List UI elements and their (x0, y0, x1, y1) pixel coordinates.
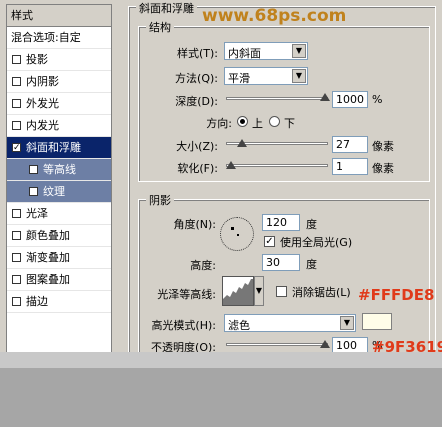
altitude-unit: 度 (306, 258, 317, 271)
style-item-label: 内阴影 (26, 75, 59, 88)
style-label: 样式(T): (176, 47, 218, 60)
direction-label: 方向: (206, 117, 232, 130)
angle-dial[interactable] (220, 217, 254, 251)
chevron-down-icon[interactable]: ▼ (254, 276, 264, 306)
checkbox-satin[interactable] (12, 209, 21, 218)
gloss-contour-label: 光泽等高线: (157, 288, 216, 301)
direction-down-radio[interactable] (269, 116, 280, 127)
style-item-label: 外发光 (26, 97, 59, 110)
altitude-label: 高度: (190, 259, 216, 272)
altitude-input[interactable]: 30 (262, 254, 300, 271)
checkbox-stroke[interactable] (12, 297, 21, 306)
gloss-contour-preview[interactable] (222, 276, 254, 306)
chevron-down-icon[interactable]: ▼ (292, 69, 306, 83)
style-item-label: 内发光 (26, 119, 59, 132)
checkbox-inner-shadow[interactable] (12, 77, 21, 86)
style-select[interactable]: 内斜面 ▼ (224, 42, 308, 60)
checkbox-gradient-overlay[interactable] (12, 253, 21, 262)
soften-slider-thumb[interactable] (226, 161, 236, 169)
soften-input[interactable]: 1 (332, 158, 368, 175)
style-item-gradient-overlay[interactable]: 渐变叠加 (7, 247, 111, 269)
style-item-inner-shadow[interactable]: 内阴影 (7, 71, 111, 93)
style-item-outer-glow[interactable]: 外发光 (7, 93, 111, 115)
style-item-label: 等高线 (43, 163, 76, 176)
global-light-checkbox[interactable]: ✓ (264, 236, 275, 247)
angle-label: 角度(N): (173, 218, 216, 231)
checkbox-contour[interactable] (29, 165, 38, 174)
antialias-label: 消除锯齿(L) (292, 286, 351, 299)
styles-list: 样式 混合选项:自定 投影 内阴影 外发光 内发光 ✓ 斜面和浮雕 等高线 纹理… (6, 4, 112, 360)
style-item-label: 斜面和浮雕 (26, 141, 81, 154)
opacity-slider[interactable] (226, 343, 328, 346)
angle-dial-needle (231, 227, 234, 230)
style-item-inner-glow[interactable]: 内发光 (7, 115, 111, 137)
global-light-label: 使用全局光(G) (280, 236, 353, 249)
size-label: 大小(Z): (176, 140, 218, 153)
style-item-label: 光泽 (26, 207, 48, 220)
technique-select[interactable]: 平滑 ▼ (224, 67, 308, 85)
angle-unit: 度 (306, 218, 317, 231)
angle-input[interactable]: 120 (262, 214, 300, 231)
soften-unit: 像素 (372, 162, 394, 175)
depth-unit: % (372, 93, 383, 106)
bottom-overlay-strip (0, 352, 442, 368)
opacity-slider-thumb[interactable] (320, 340, 330, 348)
style-item-color-overlay[interactable]: 颜色叠加 (7, 225, 111, 247)
size-unit: 像素 (372, 140, 394, 153)
bottom-overlay (0, 368, 442, 427)
style-item-label: 渐变叠加 (26, 251, 70, 264)
shading-title: 阴影 (146, 192, 174, 208)
depth-label: 深度(D): (175, 95, 218, 108)
style-item-label: 纹理 (43, 185, 65, 198)
highlight-mode-value: 滤色 (228, 319, 250, 332)
soften-slider[interactable] (226, 164, 328, 167)
highlight-color-annotation: #FFFDE8 (358, 286, 435, 304)
bevel-emboss-title: 斜面和浮雕 (136, 0, 197, 16)
depth-slider-thumb[interactable] (320, 93, 330, 101)
direction-up-radio[interactable] (237, 116, 248, 127)
watermark: www.68ps.com (202, 6, 347, 26)
checkbox-pattern-overlay[interactable] (12, 275, 21, 284)
checkbox-outer-glow[interactable] (12, 99, 21, 108)
depth-input[interactable]: 1000 (332, 91, 368, 108)
size-input[interactable]: 27 (332, 136, 368, 153)
angle-dial-center (237, 234, 239, 236)
style-select-value: 内斜面 (228, 47, 261, 60)
highlight-mode-select[interactable]: 滤色 ▼ (224, 314, 356, 332)
style-item-label: 图案叠加 (26, 273, 70, 286)
size-slider-thumb[interactable] (237, 139, 247, 147)
style-item-pattern-overlay[interactable]: 图案叠加 (7, 269, 111, 291)
antialias-checkbox[interactable] (276, 286, 287, 297)
style-item-label: 颜色叠加 (26, 229, 70, 242)
style-item-texture[interactable]: 纹理 (7, 181, 111, 203)
highlight-mode-label: 高光模式(H): (151, 319, 216, 332)
structure-title: 结构 (146, 19, 174, 35)
technique-label: 方法(Q): (175, 72, 218, 85)
style-item-satin[interactable]: 光泽 (7, 203, 111, 225)
direction-down-label: 下 (284, 117, 295, 130)
style-item-contour[interactable]: 等高线 (7, 159, 111, 181)
soften-label: 软化(F): (177, 162, 218, 175)
chevron-down-icon[interactable]: ▼ (292, 44, 306, 58)
checkbox-color-overlay[interactable] (12, 231, 21, 240)
direction-up-label: 上 (252, 117, 263, 130)
checkbox-drop-shadow[interactable] (12, 55, 21, 64)
style-item-stroke[interactable]: 描边 (7, 291, 111, 313)
checkbox-bevel-emboss[interactable]: ✓ (12, 143, 21, 153)
style-item-label: 投影 (26, 53, 48, 66)
blending-options[interactable]: 混合选项:自定 (7, 27, 111, 49)
checkbox-inner-glow[interactable] (12, 121, 21, 130)
chevron-down-icon[interactable]: ▼ (340, 316, 354, 330)
highlight-color-swatch[interactable] (362, 313, 392, 330)
checkbox-texture[interactable] (29, 187, 38, 196)
style-item-bevel-emboss[interactable]: ✓ 斜面和浮雕 (7, 137, 111, 159)
technique-select-value: 平滑 (228, 72, 250, 85)
styles-title[interactable]: 样式 (7, 5, 111, 27)
style-item-drop-shadow[interactable]: 投影 (7, 49, 111, 71)
depth-slider[interactable] (226, 97, 328, 100)
style-item-label: 描边 (26, 295, 48, 308)
